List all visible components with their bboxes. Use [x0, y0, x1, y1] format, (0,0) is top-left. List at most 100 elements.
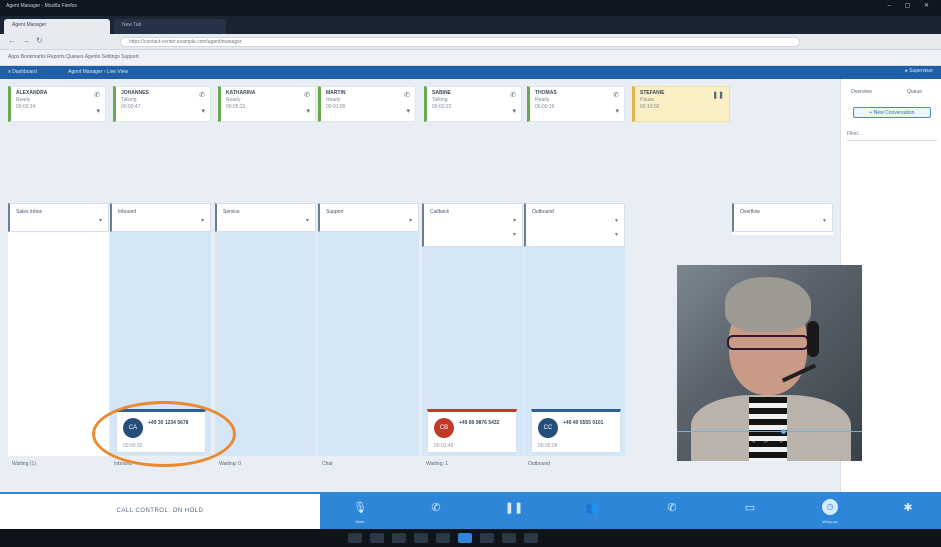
- presenter-hair: [725, 277, 811, 332]
- queue-column: Support ▾: [318, 203, 419, 456]
- queue-header[interactable]: Inbound ▾: [110, 203, 211, 232]
- chevron-down-icon[interactable]: ▾: [409, 217, 412, 224]
- agent-card[interactable]: THOMAS Ready 00:00:15 ✆ ▾: [527, 86, 625, 122]
- chevron-down-icon[interactable]: ▾: [615, 217, 618, 224]
- queue-footer: Outbound: [528, 461, 550, 467]
- chevron-down-icon[interactable]: ▾: [615, 107, 619, 115]
- agent-time: 00:00:15: [535, 104, 555, 110]
- pause-icon[interactable]: ❚❚: [504, 500, 524, 516]
- queue-header[interactable]: Service ▾: [215, 203, 316, 232]
- menu-button[interactable]: ≡ Dashboard: [8, 69, 37, 75]
- taskbar-icon-active[interactable]: [458, 533, 472, 543]
- chevron-down-icon[interactable]: ▾: [201, 107, 205, 115]
- conference-icon[interactable]: 👥: [582, 500, 602, 516]
- taskbar-icon[interactable]: [370, 533, 384, 543]
- browser-tab[interactable]: New Tab: [114, 19, 226, 34]
- chevron-down-icon[interactable]: ▾: [96, 107, 100, 115]
- taskbar-icon[interactable]: [392, 533, 406, 543]
- queue-column: Service ▾: [215, 203, 316, 456]
- clock-icon[interactable]: ◷: [822, 499, 838, 515]
- chevron-down-icon[interactable]: ▾: [306, 217, 309, 224]
- call-duration: 00:01:48: [434, 443, 454, 449]
- agent-status: Talking: [121, 97, 137, 103]
- agent-card[interactable]: KATHARINA Ready 00:05:31 ✆ ▾: [218, 86, 316, 122]
- agent-card-highlighted[interactable]: STEFANIE Pause 00:10:02 ❚❚: [632, 86, 730, 122]
- agent-card[interactable]: MARTIN Ready 00:01:09 ✆ ▾: [318, 86, 416, 122]
- queue-header[interactable]: Callback ▾ ▾: [422, 203, 523, 247]
- caller-number: +49 40 5555 0101: [563, 420, 604, 426]
- chevron-down-icon[interactable]: ▾: [99, 217, 102, 224]
- chevron-down-icon[interactable]: ▾: [306, 107, 310, 115]
- microphone-icon[interactable]: 🎙: [350, 500, 370, 516]
- chevron-down-icon[interactable]: ▾: [823, 217, 826, 224]
- queue-footer: Chat: [322, 461, 333, 467]
- agent-card[interactable]: ALEXANDRA Ready 00:02:14 ✆ ▾: [8, 86, 106, 122]
- presenter-glasses: [727, 335, 809, 350]
- window-controls[interactable]: – ▢ ✕: [888, 2, 935, 9]
- agent-name: SABINE: [432, 90, 451, 96]
- chevron-down-icon[interactable]: ▾: [513, 231, 516, 238]
- window-title: Agent Manager - Mozilla Firefox: [6, 3, 77, 9]
- agent-time: 00:01:09: [326, 104, 346, 110]
- tab-overview[interactable]: Overview: [851, 89, 872, 95]
- call-action-bar: 🎙 Mute ✆ ❚❚ 👥 ✆ ▭ ◷ Wrap-up ✱: [320, 492, 941, 529]
- reload-icon[interactable]: ↻: [36, 36, 43, 45]
- phone-icon[interactable]: ✆: [404, 91, 410, 99]
- taskbar-icon[interactable]: [502, 533, 516, 543]
- browser-tab-active[interactable]: Agent Manager: [4, 19, 110, 34]
- bookmarks-bar[interactable]: Apps Bookmarks Reports Queues Agents Set…: [0, 50, 941, 66]
- queue-header[interactable]: Support ▾: [318, 203, 419, 232]
- taskbar-icon[interactable]: [524, 533, 538, 543]
- queue-footer: Waiting (1): [12, 461, 36, 467]
- queue-header[interactable]: Overflow ▾: [732, 203, 833, 232]
- agent-name: ALEXANDRA: [16, 90, 48, 96]
- action-label: Wrap-up: [822, 519, 838, 524]
- chevron-down-icon[interactable]: ▾: [615, 231, 618, 238]
- url-input[interactable]: https://contact-center.example.com/agent…: [120, 37, 800, 47]
- address-row: ← → ↻ https://contact-center.example.com…: [0, 34, 941, 50]
- phone-icon[interactable]: ✆: [510, 91, 516, 99]
- folder-icon[interactable]: ▭: [740, 500, 760, 516]
- call-card[interactable]: CC +49 40 5555 0101 00:00:09: [531, 409, 621, 453]
- queue-title: Sales Inbox: [16, 209, 43, 215]
- settings-icon[interactable]: ✱: [898, 500, 918, 516]
- agent-card[interactable]: JOHANNES Talking 00:00:47 ✆ ▾: [113, 86, 211, 122]
- phone-icon[interactable]: ✆: [304, 91, 310, 99]
- agent-card[interactable]: SABINE Talking 00:03:22 ✆ ▾: [424, 86, 522, 122]
- chevron-down-icon[interactable]: ▾: [201, 217, 204, 224]
- chevron-down-icon[interactable]: ▾: [406, 107, 410, 115]
- call-card[interactable]: CB +49 89 9876 5432 00:01:48: [427, 409, 517, 453]
- queue-header[interactable]: Outbound ▾ ▾: [524, 203, 625, 247]
- taskbar-icon[interactable]: [480, 533, 494, 543]
- browser-title-bar: Agent Manager - Mozilla Firefox – ▢ ✕: [0, 0, 941, 16]
- call-status-bar: CALL CONTROL: ON HOLD: [0, 492, 320, 529]
- chevron-down-icon[interactable]: ▾: [512, 107, 516, 115]
- tab-queue[interactable]: Queue: [907, 89, 922, 95]
- taskbar-icon[interactable]: [436, 533, 450, 543]
- transfer-icon[interactable]: ✆: [662, 500, 682, 516]
- phone-icon[interactable]: ✆: [94, 91, 100, 99]
- taskbar-icon[interactable]: [348, 533, 362, 543]
- phone-icon[interactable]: ✆: [426, 500, 446, 516]
- queue-header[interactable]: Sales Inbox ▾: [8, 203, 109, 232]
- pause-icon[interactable]: ❚❚: [712, 91, 724, 99]
- agent-status: Ready: [226, 97, 241, 103]
- filter-input[interactable]: Filter...: [847, 131, 937, 141]
- phone-icon[interactable]: ✆: [199, 91, 205, 99]
- phone-icon[interactable]: ✆: [613, 91, 619, 99]
- user-menu[interactable]: ● Supervisor: [905, 68, 933, 74]
- webcam-progress-handle[interactable]: [781, 429, 786, 434]
- highlight-annotation: [92, 401, 236, 467]
- avatar: CB: [434, 418, 454, 438]
- agent-status: Ready: [535, 97, 550, 103]
- webcam-controls[interactable]: ◁ ▷ ◇: [741, 437, 797, 447]
- agent-time: 00:00:47: [121, 104, 141, 110]
- forward-icon[interactable]: →: [22, 36, 30, 45]
- taskbar-icon[interactable]: [414, 533, 428, 543]
- queue-title: Support: [326, 209, 344, 215]
- back-icon[interactable]: ←: [8, 36, 16, 45]
- agent-name: MARTIN: [326, 90, 346, 96]
- new-conversation-button[interactable]: + New Conversation: [853, 107, 931, 118]
- headset-icon: [807, 321, 819, 357]
- chevron-down-icon[interactable]: ▾: [513, 217, 516, 224]
